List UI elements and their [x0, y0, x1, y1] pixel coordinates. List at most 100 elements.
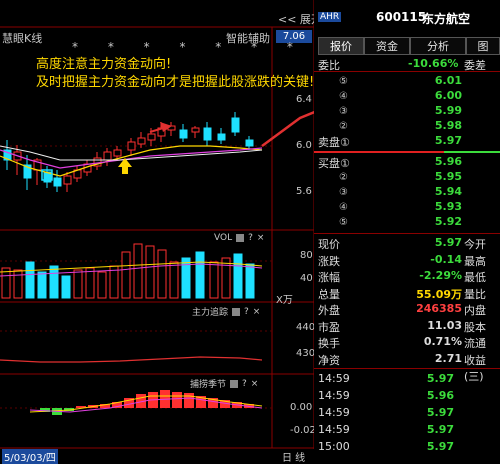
stock-code: 600115 — [376, 10, 427, 24]
ahr-badge[interactable]: AHR — [318, 12, 342, 22]
sell-price: 6.01 — [434, 74, 462, 87]
stat-value: -0.14 — [430, 252, 462, 266]
volume-bar — [49, 265, 59, 299]
help-icon[interactable]: ? — [244, 307, 249, 317]
tick-row: 15:00 5.97 — [314, 440, 500, 456]
candle-body — [53, 177, 62, 187]
tick-price: 5.97 — [426, 440, 454, 453]
season-label-neg: -0.02 — [290, 425, 316, 436]
buy-level: ⑤ — [338, 215, 349, 228]
buy-level: ④ — [338, 200, 349, 213]
annotation-line1: 高度注意主力资金动向! — [36, 57, 172, 72]
stat-label: 涨跌 — [318, 254, 340, 268]
settings-icon[interactable] — [236, 234, 245, 242]
stat-right-label: 最高 — [464, 254, 486, 268]
volume-bar — [169, 261, 179, 299]
tab-analysis[interactable]: 分析 — [410, 37, 466, 55]
quote-panel: AHR 600115 东方航空 报价 资金 分析 图 委比 -10.66% 委差… — [314, 0, 500, 462]
stat-right-label: 内盘 — [464, 304, 486, 317]
close-icon[interactable]: × — [257, 233, 265, 243]
zhuli-label-440: 440 — [296, 322, 316, 333]
vol-title[interactable]: VOL — [214, 233, 232, 243]
volume-bar — [133, 243, 143, 299]
volume-bar — [37, 271, 47, 299]
candle-body — [231, 117, 240, 133]
stat-row: 外盘 246385 内盘 — [314, 302, 500, 317]
stat-right-label: 股本 — [464, 320, 486, 334]
tick-price: 5.97 — [426, 406, 454, 419]
stat-row: 净资 2.71 收益(三) — [314, 351, 500, 383]
sell-order-row: ⑤ 6.01 — [314, 74, 500, 89]
close-icon[interactable]: × — [253, 307, 261, 317]
level-icon: ② — [339, 172, 348, 183]
level-icon: ③ — [339, 106, 348, 117]
tab-chart[interactable]: 图 — [466, 37, 500, 55]
stat-label: 涨幅 — [318, 271, 340, 284]
stat-value: 11.03 — [427, 318, 462, 332]
help-icon[interactable]: ? — [242, 379, 247, 389]
season-bar — [184, 393, 194, 408]
volume-bar — [1, 267, 11, 299]
sell-level: ⑤ — [338, 74, 349, 87]
level-icon: ⑤ — [339, 76, 348, 87]
volume-bar — [181, 257, 191, 299]
stat-label: 外盘 — [318, 304, 340, 317]
buy-price: 5.93 — [434, 200, 462, 213]
vol-label-80: 80 — [300, 250, 313, 261]
tick-time: 14:59 — [318, 372, 350, 385]
buy-order-row: 买盘① 5.96 — [314, 155, 500, 170]
close-icon[interactable]: × — [251, 379, 259, 389]
tab-funds[interactable]: 资金 — [364, 37, 410, 55]
y-label-6-4: 6.4 — [296, 94, 312, 105]
buy-order-row: ④ 5.93 — [314, 200, 500, 215]
buy-level: ③ — [338, 185, 349, 198]
volume-bar — [245, 263, 255, 299]
candle-body — [179, 129, 188, 139]
tab-quote[interactable]: 报价 — [318, 37, 364, 55]
stat-value: 55.09万 — [416, 287, 462, 301]
stat-value: -2.29% — [419, 269, 462, 282]
settings-icon[interactable] — [230, 379, 239, 388]
volume-bar — [61, 275, 71, 299]
sell-level: ③ — [338, 104, 349, 117]
buy-price: 5.95 — [434, 170, 462, 183]
stat-value: 2.71 — [434, 351, 462, 365]
season-title[interactable]: 捕捞季节 — [190, 377, 226, 390]
candle-body — [63, 175, 72, 185]
candle-body — [217, 133, 226, 141]
stat-value: 0.71% — [423, 335, 462, 348]
vol-panel-header: VOL ? × — [214, 233, 264, 243]
sell-level: ② — [338, 119, 349, 132]
stat-label: 现价 — [318, 238, 340, 251]
level-icon: ② — [339, 121, 348, 132]
vol-label-40: 40 — [300, 273, 313, 284]
level-icon: ④ — [339, 91, 348, 102]
zhuli-label-430: 430 — [296, 348, 316, 359]
help-icon[interactable]: ? — [248, 233, 253, 243]
stat-right-label: 量比 — [464, 287, 486, 301]
level-icon: ⑤ — [339, 217, 348, 228]
candle-body — [203, 127, 212, 141]
zhuli-title[interactable]: 主力追踪 — [192, 305, 228, 318]
sell-order-row: ② 5.98 — [314, 119, 500, 134]
stat-value: 246385 — [416, 302, 462, 315]
settings-icon[interactable] — [232, 307, 241, 316]
candle-body — [245, 139, 254, 147]
candle-body — [191, 127, 200, 133]
stat-label: 市盈 — [318, 320, 340, 334]
buy-order-row: ③ 5.94 — [314, 185, 500, 200]
stat-row: 换手 0.71% 流通 — [314, 335, 500, 350]
volume-bar — [157, 249, 167, 299]
level-icon: ③ — [339, 187, 348, 198]
zhuli-curve — [0, 356, 263, 363]
stat-row: 总量 55.09万 量比 — [314, 286, 500, 301]
season-panel-header: 捕捞季节 ? × — [190, 377, 259, 391]
huiyan-kline-label[interactable]: 慧眼K线 — [2, 30, 42, 46]
y-label-6-0: 6.0 — [296, 140, 312, 151]
tick-row: 14:59 5.97 — [314, 406, 500, 422]
candle-body — [147, 133, 156, 141]
sell-order-row: 卖盘① 5.97 — [314, 134, 500, 149]
sell-order-row: ④ 6.00 — [314, 89, 500, 104]
sell-price: 5.98 — [434, 119, 462, 132]
y-label-5-6: 5.6 — [296, 186, 312, 197]
